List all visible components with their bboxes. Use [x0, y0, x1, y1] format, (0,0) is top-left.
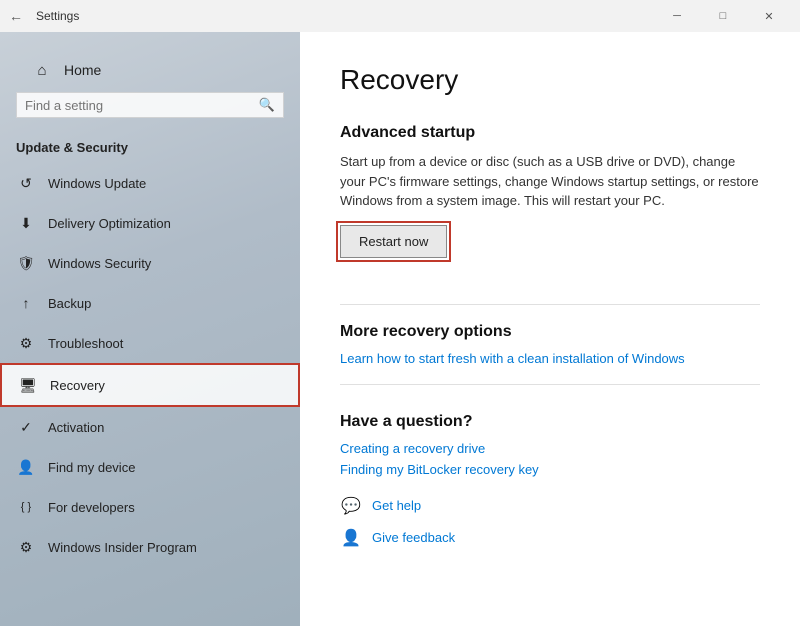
- give-feedback-item[interactable]: 👤 Give feedback: [340, 527, 760, 549]
- sidebar-item-for-developers[interactable]: { } For developers: [0, 487, 300, 527]
- sidebar-item-backup[interactable]: ↑ Backup: [0, 283, 300, 323]
- close-button[interactable]: ✕: [746, 0, 792, 32]
- windows-security-icon: 🛡: [16, 253, 36, 273]
- main-content: Recovery Advanced startup Start up from …: [300, 32, 800, 626]
- finding-bitlocker-link[interactable]: Finding my BitLocker recovery key: [340, 462, 760, 477]
- sidebar-label-windows-update: Windows Update: [48, 176, 146, 191]
- sidebar: ⌂ Home 🔍 Update & Security ↺ Windows Upd…: [0, 32, 300, 626]
- search-input[interactable]: [25, 98, 259, 113]
- developers-icon: { }: [16, 497, 36, 517]
- creating-recovery-drive-link[interactable]: Creating a recovery drive: [340, 441, 760, 456]
- windows-insider-icon: ⚙: [16, 537, 36, 557]
- get-help-icon: 💬: [340, 495, 362, 517]
- troubleshoot-icon: ⚙: [16, 333, 36, 353]
- get-help-label[interactable]: Get help: [372, 498, 421, 513]
- give-feedback-label[interactable]: Give feedback: [372, 530, 455, 545]
- back-icon[interactable]: ←: [8, 8, 24, 24]
- sidebar-label-delivery-optimization: Delivery Optimization: [48, 216, 171, 231]
- advanced-startup-title: Advanced startup: [340, 124, 760, 142]
- sidebar-header: ⌂ Home 🔍: [0, 32, 300, 140]
- sidebar-label-find-my-device: Find my device: [48, 460, 135, 475]
- get-help-item[interactable]: 💬 Get help: [340, 495, 760, 517]
- sidebar-label-for-developers: For developers: [48, 500, 135, 515]
- feedback-section: 💬 Get help 👤 Give feedback: [340, 495, 760, 549]
- delivery-optimization-icon: ⬇: [16, 213, 36, 233]
- windows-update-icon: ↺: [16, 173, 36, 193]
- sidebar-label-activation: Activation: [48, 420, 104, 435]
- titlebar-controls: ─ □ ✕: [654, 0, 792, 32]
- sidebar-item-home[interactable]: ⌂ Home: [16, 48, 284, 92]
- sidebar-section-title: Update & Security: [0, 140, 300, 163]
- sidebar-item-find-my-device[interactable]: 👤 Find my device: [0, 447, 300, 487]
- more-recovery-title: More recovery options: [340, 323, 760, 341]
- backup-icon: ↑: [16, 293, 36, 313]
- home-icon: ⌂: [32, 60, 52, 80]
- sidebar-item-troubleshoot[interactable]: ⚙ Troubleshoot: [0, 323, 300, 363]
- sidebar-label-windows-security: Windows Security: [48, 256, 151, 271]
- home-label: Home: [64, 62, 101, 78]
- sidebar-item-delivery-optimization[interactable]: ⬇ Delivery Optimization: [0, 203, 300, 243]
- have-a-question-section: Have a question? Creating a recovery dri…: [340, 413, 760, 477]
- main-window: ⌂ Home 🔍 Update & Security ↺ Windows Upd…: [0, 32, 800, 626]
- advanced-startup-desc: Start up from a device or disc (such as …: [340, 152, 760, 211]
- sidebar-item-windows-update[interactable]: ↺ Windows Update: [0, 163, 300, 203]
- sidebar-item-activation[interactable]: ✓ Activation: [0, 407, 300, 447]
- titlebar-left: ← Settings: [8, 8, 79, 24]
- minimize-button[interactable]: ─: [654, 0, 700, 32]
- divider-1: [340, 304, 760, 305]
- have-question-title: Have a question?: [340, 413, 760, 431]
- find-device-icon: 👤: [16, 457, 36, 477]
- search-box[interactable]: 🔍: [16, 92, 284, 118]
- page-title: Recovery: [340, 64, 760, 96]
- recovery-icon: 🖥: [18, 375, 38, 395]
- sidebar-label-troubleshoot: Troubleshoot: [48, 336, 123, 351]
- restart-now-button[interactable]: Restart now: [340, 225, 447, 258]
- restore-button[interactable]: □: [700, 0, 746, 32]
- titlebar-title: Settings: [36, 9, 79, 23]
- search-icon: 🔍: [259, 97, 275, 113]
- activation-icon: ✓: [16, 417, 36, 437]
- clean-install-link[interactable]: Learn how to start fresh with a clean in…: [340, 351, 760, 366]
- sidebar-item-windows-security[interactable]: 🛡 Windows Security: [0, 243, 300, 283]
- sidebar-label-backup: Backup: [48, 296, 91, 311]
- sidebar-label-windows-insider: Windows Insider Program: [48, 540, 197, 555]
- sidebar-item-windows-insider[interactable]: ⚙ Windows Insider Program: [0, 527, 300, 567]
- divider-2: [340, 384, 760, 385]
- sidebar-label-recovery: Recovery: [50, 378, 105, 393]
- titlebar: ← Settings ─ □ ✕: [0, 0, 800, 32]
- give-feedback-icon: 👤: [340, 527, 362, 549]
- sidebar-item-recovery[interactable]: 🖥 Recovery: [0, 363, 300, 407]
